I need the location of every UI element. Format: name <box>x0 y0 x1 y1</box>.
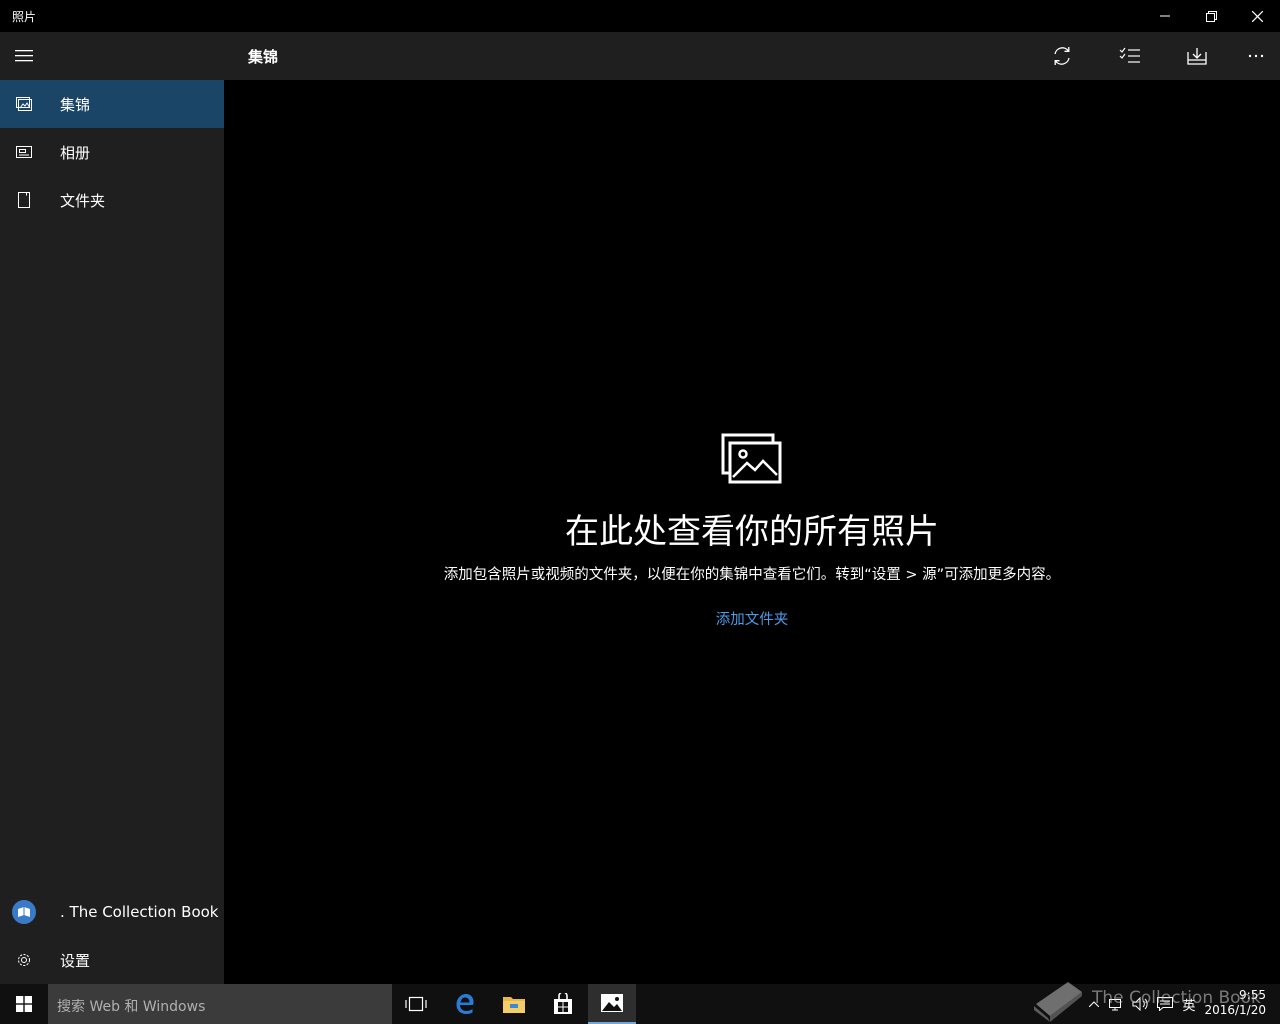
sidebar-item-label: 文件夹 <box>60 191 106 210</box>
photos-empty-icon <box>721 433 783 489</box>
windows-logo-icon <box>16 996 32 1012</box>
add-folder-link[interactable]: 添加文件夹 <box>224 608 1280 629</box>
sidebar-item-label: 相册 <box>60 143 91 162</box>
folder-icon <box>0 176 48 224</box>
account-name: . The Collection Book <box>60 903 219 921</box>
select-button[interactable] <box>1106 32 1154 80</box>
collection-icon <box>0 80 48 128</box>
photos-app-button[interactable] <box>588 984 636 1024</box>
photos-icon <box>601 994 623 1012</box>
sidebar-item-album[interactable]: 相册 <box>0 128 224 176</box>
command-bar: 集锦 <box>224 32 1280 80</box>
empty-state-description: 添加包含照片或视频的文件夹，以便在你的集锦中查看它们。转到“设置 > 源”可添加… <box>443 567 1061 583</box>
settings-label: 设置 <box>60 951 91 970</box>
file-explorer-button[interactable] <box>490 984 538 1024</box>
close-icon <box>1251 10 1263 22</box>
sidebar-item-folder[interactable]: 文件夹 <box>0 176 224 224</box>
restore-icon <box>1205 10 1217 22</box>
more-button[interactable] <box>1232 32 1280 80</box>
store-icon <box>554 993 572 1014</box>
sidebar: 集锦 相册 文件夹 . The Collection Book 设置 <box>0 32 224 984</box>
file-explorer-icon <box>503 997 525 1013</box>
store-button[interactable] <box>539 984 587 1024</box>
import-icon <box>1187 48 1207 65</box>
close-button[interactable] <box>1234 0 1280 32</box>
sidebar-item-collection[interactable]: 集锦 <box>0 80 224 128</box>
account-item[interactable]: . The Collection Book <box>0 888 224 936</box>
window-title: 照片 <box>12 10 37 24</box>
edge-browser-button[interactable] <box>441 984 489 1024</box>
book-avatar <box>12 900 36 924</box>
watermark-text: The Collection Book <box>1092 988 1261 1008</box>
task-view-button[interactable] <box>392 984 440 1024</box>
refresh-button[interactable] <box>1038 32 1086 80</box>
book-icon <box>18 907 30 917</box>
page-title: 集锦 <box>248 48 279 66</box>
import-button[interactable] <box>1173 32 1221 80</box>
main-content: 在此处查看你的所有照片 添加包含照片或视频的文件夹，以便在你的集锦中查看它们。转… <box>224 80 1280 984</box>
gear-icon <box>0 936 48 984</box>
empty-state-title: 在此处查看你的所有照片 <box>565 512 939 552</box>
select-icon <box>1119 47 1140 63</box>
settings-item[interactable]: 设置 <box>0 936 224 984</box>
start-button[interactable] <box>0 984 48 1024</box>
hamburger-icon <box>15 50 33 62</box>
refresh-icon <box>1054 47 1070 65</box>
task-view-icon <box>405 996 427 1012</box>
search-placeholder: 搜索 Web 和 Windows <box>57 999 206 1015</box>
restore-button[interactable] <box>1188 0 1234 32</box>
watermark: The Collection Book <box>1030 976 1280 1024</box>
edge-icon <box>456 994 474 1014</box>
minimize-icon <box>1160 15 1170 17</box>
more-icon <box>1248 54 1264 58</box>
search-input[interactable]: 搜索 Web 和 Windows <box>48 984 392 1024</box>
title-bar: 照片 <box>0 0 1280 32</box>
album-icon <box>0 128 48 176</box>
minimize-button[interactable] <box>1142 0 1188 32</box>
hamburger-button[interactable] <box>0 32 48 80</box>
book-icon <box>1034 982 1082 1022</box>
sidebar-item-label: 集锦 <box>60 95 91 114</box>
